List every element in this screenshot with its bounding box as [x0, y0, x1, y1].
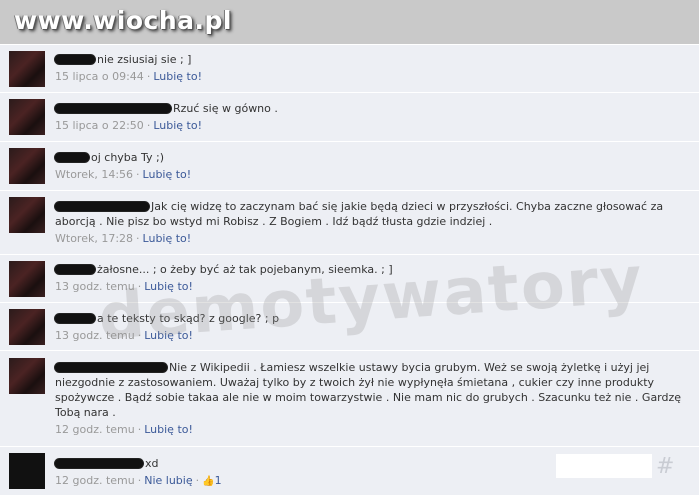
like-link[interactable]: Lubię to! [143, 232, 192, 245]
avatar[interactable] [9, 197, 45, 233]
comment-item: a te teksty to skąd? z google? ; p 13 go… [0, 302, 699, 351]
site-banner: www.wiocha.pl [0, 0, 699, 44]
author-name-redacted[interactable] [55, 313, 95, 323]
avatar[interactable] [9, 51, 45, 87]
author-name-redacted[interactable] [55, 103, 171, 113]
screenshot-page: www.wiocha.pl nie zsiusiaj sie ; ] 15 li… [0, 0, 699, 495]
comment-timestamp[interactable]: 13 godz. temu [55, 329, 135, 342]
redaction-box [556, 454, 652, 478]
separator: · [137, 329, 142, 342]
unlike-link[interactable]: Nie lubię [144, 474, 192, 487]
avatar[interactable] [9, 261, 45, 297]
author-name-redacted[interactable] [55, 54, 95, 64]
like-link[interactable]: Lubię to! [144, 329, 193, 342]
comment-text: xd [145, 457, 159, 470]
like-link[interactable]: Lubię to! [144, 423, 193, 436]
site-logo[interactable]: www.wiocha.pl [14, 6, 232, 35]
comment-item: nie zsiusiaj sie ; ] 15 lipca o 09:44 · Lu… [0, 44, 699, 93]
like-link[interactable]: Lubię to! [153, 70, 202, 83]
like-link[interactable]: Lubię to! [153, 119, 202, 132]
comment-item: Nie z Wikipedii . Łamiesz wszelkie ustaw… [0, 350, 699, 447]
author-name-redacted[interactable] [55, 152, 89, 162]
separator: · [137, 423, 142, 436]
separator: · [137, 280, 142, 293]
avatar[interactable] [9, 99, 45, 135]
author-name-redacted[interactable] [55, 264, 95, 274]
like-link[interactable]: Lubię to! [144, 280, 193, 293]
comment-text: Rzuć się w gówno . [173, 102, 278, 115]
separator: · [195, 474, 200, 487]
comment-text: żałosne... ; o żeby być aż tak pojebanym… [97, 263, 393, 276]
comment-timestamp[interactable]: Wtorek, 17:28 [55, 232, 133, 245]
comment-text: a te teksty to skąd? z google? ; p [97, 312, 280, 325]
comment-timestamp[interactable]: 12 godz. temu [55, 423, 135, 436]
separator: · [137, 474, 142, 487]
author-name-redacted[interactable] [55, 458, 143, 468]
avatar[interactable] [9, 453, 45, 489]
avatar[interactable] [9, 358, 45, 394]
comment-item: żałosne... ; o żeby być aż tak pojebanym… [0, 254, 699, 303]
comment-timestamp[interactable]: 12 godz. temu [55, 474, 135, 487]
author-name-redacted[interactable] [55, 201, 149, 211]
author-name-redacted[interactable] [55, 362, 167, 372]
comment-item: Rzuć się w gówno . 15 lipca o 22:50 · Lubi… [0, 92, 699, 142]
separator: · [146, 119, 151, 132]
separator: · [146, 70, 151, 83]
comment-timestamp[interactable]: 13 godz. temu [55, 280, 135, 293]
hash-watermark-icon: # [656, 454, 675, 479]
like-link[interactable]: Lubię to! [143, 168, 192, 181]
thumbs-up-icon: 👍 [202, 476, 215, 487]
comment-timestamp[interactable]: 15 lipca o 09:44 [55, 70, 144, 83]
comment-text: oj chyba Ty ;) [91, 151, 165, 164]
separator: · [136, 232, 140, 245]
separator: · [136, 168, 140, 181]
avatar[interactable] [9, 309, 45, 345]
comment-timestamp[interactable]: Wtorek, 14:56 [55, 168, 133, 181]
comment-text: nie zsiusiaj sie ; ] [97, 53, 192, 66]
comment-item: oj chyba Ty ;) Wtorek, 14:56 · Lubię to! [0, 141, 699, 191]
comment-feed: nie zsiusiaj sie ; ] 15 lipca o 09:44 · Lu… [0, 44, 699, 495]
like-count[interactable]: 1 [215, 474, 222, 487]
comment-timestamp[interactable]: 15 lipca o 22:50 [55, 119, 144, 132]
comment-item: Jak cię widzę to zaczynam bać się jakie … [0, 190, 699, 255]
avatar[interactable] [9, 148, 45, 184]
